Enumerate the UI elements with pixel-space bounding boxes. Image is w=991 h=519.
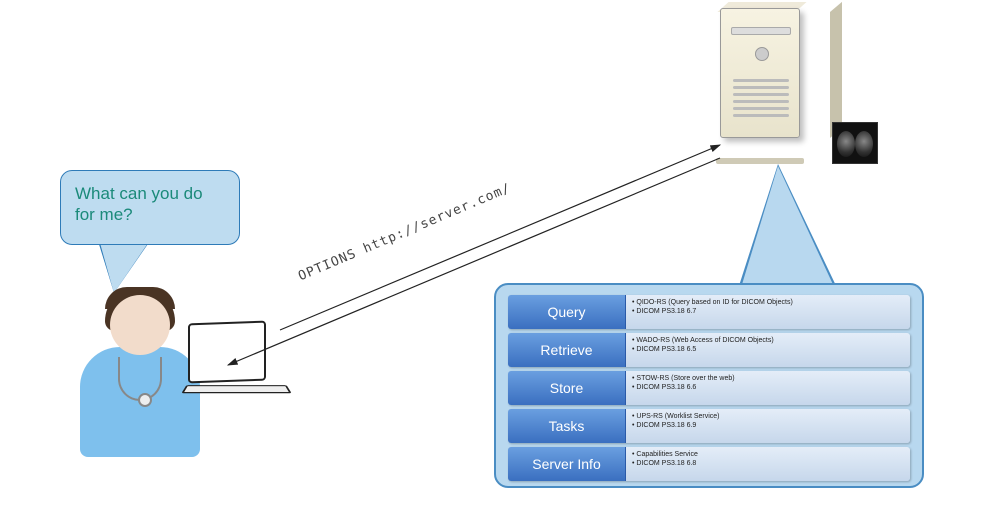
- capability-details: Capabilities Service DICOM PS3.18 6.8: [626, 447, 910, 481]
- laptop-icon: [188, 322, 308, 417]
- capability-row-store: Store STOW-RS (Store over the web) DICOM…: [508, 371, 910, 405]
- capability-label: Retrieve: [508, 333, 626, 367]
- question-speech-bubble: What can you do for me?: [60, 170, 240, 245]
- capability-label: Server Info: [508, 447, 626, 481]
- speech-bubble-tail: [100, 243, 148, 293]
- capability-row-serverinfo: Server Info Capabilities Service DICOM P…: [508, 447, 910, 481]
- medical-scan-thumbnail: [832, 122, 878, 164]
- capability-label: Store: [508, 371, 626, 405]
- capability-details: QIDO-RS (Query based on ID for DICOM Obj…: [626, 295, 910, 329]
- server-capabilities-callout: Query QIDO-RS (Query based on ID for DIC…: [494, 283, 924, 488]
- server-callout-tail: [740, 166, 836, 291]
- user-person-icon: [80, 295, 200, 475]
- capability-details: STOW-RS (Store over the web) DICOM PS3.1…: [626, 371, 910, 405]
- capability-details: WADO-RS (Web Access of DICOM Objects) DI…: [626, 333, 910, 367]
- capability-label: Query: [508, 295, 626, 329]
- capability-label: Tasks: [508, 409, 626, 443]
- http-request-label: OPTIONS http://server.com/: [296, 181, 513, 284]
- capability-row-retrieve: Retrieve WADO-RS (Web Access of DICOM Ob…: [508, 333, 910, 367]
- question-text: What can you do for me?: [75, 184, 203, 224]
- capability-row-tasks: Tasks UPS-RS (Worklist Service) DICOM PS…: [508, 409, 910, 443]
- capability-row-query: Query QIDO-RS (Query based on ID for DIC…: [508, 295, 910, 329]
- server-tower-icon: [720, 8, 830, 158]
- capability-details: UPS-RS (Worklist Service) DICOM PS3.18 6…: [626, 409, 910, 443]
